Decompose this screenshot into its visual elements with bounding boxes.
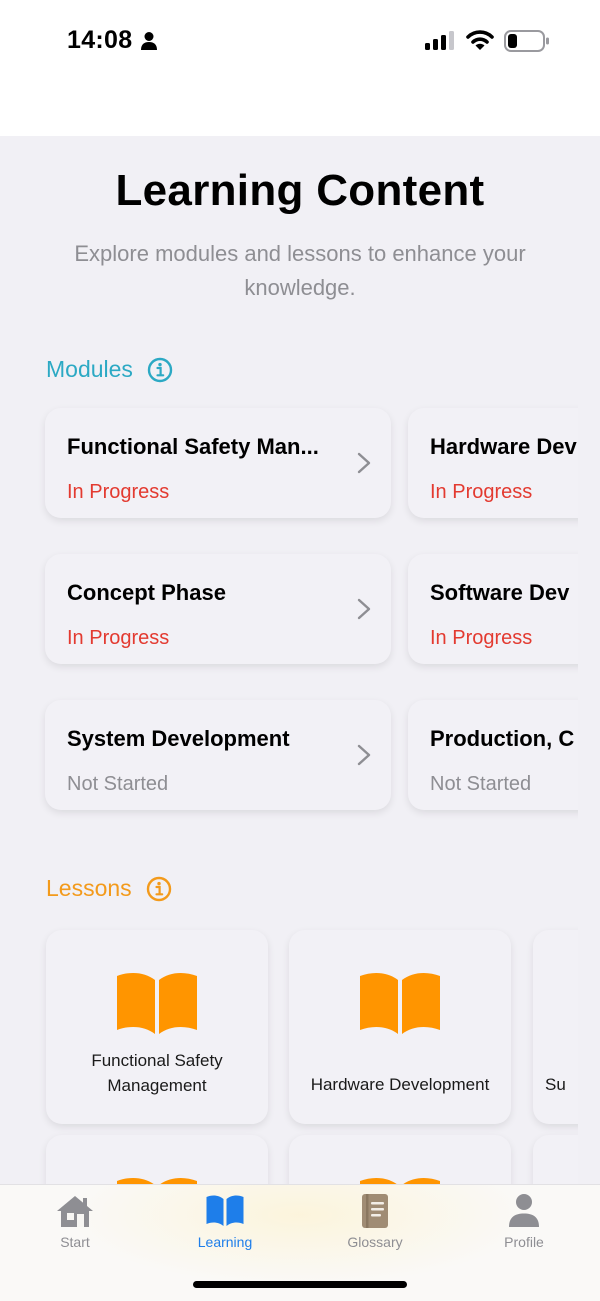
info-icon[interactable] <box>147 357 173 383</box>
house-icon <box>57 1196 93 1227</box>
module-card-functional-safety[interactable]: Functional Safety Man... In Progress <box>45 408 391 518</box>
page-subtitle: Explore modules and lessons to enhance y… <box>74 241 526 300</box>
module-title: Software Dev <box>430 580 570 605</box>
module-status: In Progress <box>430 481 533 503</box>
module-title: Production, C <box>430 726 575 751</box>
cellular-signal-icon <box>425 31 454 50</box>
lesson-card[interactable]: Su <box>533 930 578 1124</box>
person-icon <box>141 32 157 50</box>
book-icon <box>360 1177 440 1184</box>
module-status: In Progress <box>430 627 533 649</box>
modules-section-header: Modules <box>46 356 173 383</box>
chevron-right-icon <box>357 598 371 620</box>
tab-learning[interactable]: Learning <box>170 1193 280 1255</box>
module-title: System Development <box>67 726 290 751</box>
tab-label: Glossary <box>347 1234 403 1250</box>
info-icon[interactable] <box>146 876 172 902</box>
tab-label: Learning <box>197 1234 253 1250</box>
status-time: 14:08 <box>67 26 133 54</box>
book-icon <box>117 1177 197 1184</box>
tab-label: Profile <box>504 1234 544 1250</box>
person-icon <box>509 1194 539 1227</box>
lessons-section-header: Lessons <box>46 875 172 902</box>
book-icon <box>117 972 197 1034</box>
tab-glossary[interactable]: Glossary <box>320 1193 430 1255</box>
tab-start[interactable]: Start <box>20 1193 130 1255</box>
tab-label: Start <box>60 1234 90 1250</box>
status-bar: 14:08 <box>0 0 600 136</box>
chevron-right-icon <box>357 744 371 766</box>
home-indicator[interactable] <box>193 1281 407 1288</box>
chevron-right-icon <box>357 452 371 474</box>
modules-grid[interactable]: Functional Safety Man... In Progress Har… <box>0 398 578 828</box>
module-title: Functional Safety Man... <box>67 434 319 459</box>
module-status: In Progress <box>67 627 170 649</box>
lesson-card[interactable] <box>533 1135 578 1184</box>
lesson-card[interactable]: Functional Safety Management <box>46 930 268 1124</box>
module-title: Hardware Dev <box>430 434 577 459</box>
lesson-card[interactable]: Hardware Development <box>289 930 511 1124</box>
lessons-grid[interactable]: Functional Safety Management Hardware De… <box>0 920 578 1184</box>
module-card-system-development[interactable]: System Development Not Started <box>45 700 391 810</box>
lesson-card[interactable] <box>46 1135 268 1184</box>
lesson-label: Functional Safety Management <box>91 1051 223 1095</box>
modules-section-label: Modules <box>46 356 133 382</box>
module-status: Not Started <box>67 773 169 795</box>
module-card-software-development[interactable]: Software Dev In Progress <box>408 554 578 664</box>
module-card-production[interactable]: Production, C Not Started <box>408 700 578 810</box>
battery-icon <box>504 30 549 52</box>
lessons-section-label: Lessons <box>46 875 132 901</box>
lesson-label: Hardware Development <box>310 1075 490 1094</box>
book-icon <box>360 972 440 1034</box>
lesson-label: Su <box>545 1075 566 1094</box>
module-status: In Progress <box>67 481 170 503</box>
module-title: Concept Phase <box>67 580 226 605</box>
wifi-icon <box>466 30 494 50</box>
glossary-book-icon <box>362 1194 388 1228</box>
lesson-card[interactable] <box>289 1135 511 1184</box>
module-card-hardware-development[interactable]: Hardware Dev In Progress <box>408 408 578 518</box>
page-title: Learning Content <box>115 166 485 215</box>
book-icon <box>206 1195 244 1226</box>
tab-profile[interactable]: Profile <box>469 1193 579 1255</box>
module-status: Not Started <box>430 773 532 795</box>
module-card-concept-phase[interactable]: Concept Phase In Progress <box>45 554 391 664</box>
